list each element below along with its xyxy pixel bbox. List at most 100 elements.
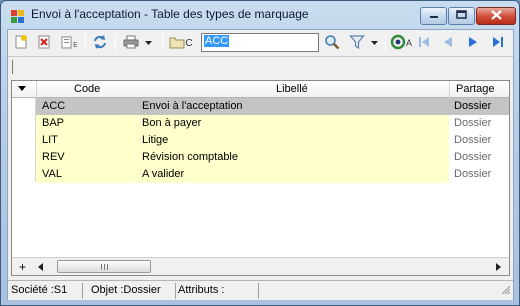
toolbar-separator [115, 34, 116, 52]
editable-cell-background [36, 166, 449, 183]
minimize-button[interactable] [420, 7, 447, 25]
close-button[interactable] [476, 7, 516, 25]
scrollbar-grip [107, 264, 108, 270]
folder-button-label: C [185, 37, 193, 49]
next-icon [466, 35, 480, 52]
cell-libelle: Litige [142, 134, 169, 146]
cell-libelle: A valider [142, 168, 185, 180]
cell-code: ACC [42, 100, 66, 112]
scrollbar-grip [101, 264, 102, 270]
cell-code: BAP [42, 117, 65, 129]
cell-partage: Dossier [454, 117, 492, 129]
go-button[interactable]: A [389, 33, 413, 53]
arrow-left-icon [37, 262, 43, 271]
scroll-left-button[interactable] [33, 259, 48, 274]
cell-partage: Dossier [454, 168, 492, 180]
search-input[interactable]: ACC [201, 33, 319, 52]
print-dropdown[interactable] [144, 33, 154, 53]
new-button[interactable] [12, 33, 30, 53]
filter-button[interactable] [347, 33, 367, 53]
toolbar-separator [162, 34, 163, 52]
refresh-button[interactable] [90, 33, 110, 53]
export-icon: E [60, 34, 80, 53]
grid-header: Code Libellé Partage [12, 81, 509, 98]
table-row[interactable]: ACC Envoi à l'acceptation Dossier [36, 98, 509, 115]
scroll-right-button[interactable] [490, 259, 505, 274]
cell-code: REV [42, 151, 65, 163]
export-button[interactable]: E [59, 33, 81, 53]
column-divider [36, 81, 37, 98]
table-row[interactable]: LIT Litige Dossier [36, 132, 509, 149]
cell-partage: Dossier [454, 100, 492, 112]
filter-dropdown[interactable] [370, 33, 380, 53]
editable-cell-background [36, 132, 449, 149]
scrollbar-thumb[interactable] [57, 260, 151, 273]
new-icon [13, 34, 29, 53]
close-icon [490, 9, 502, 23]
search-button[interactable] [321, 33, 343, 53]
minimize-icon [429, 10, 439, 22]
arrow-right-icon [495, 262, 501, 271]
previous-icon [441, 35, 455, 52]
title-bar[interactable]: Envoi à l'acceptation - Table des types … [1, 1, 519, 29]
secondary-toolbar [8, 56, 513, 78]
client-area: E C ACC A Code Libellé Partage ACC Envoi… [7, 29, 514, 300]
app-icon [10, 9, 26, 25]
delete-button[interactable] [35, 33, 53, 53]
cell-partage: Dossier [454, 151, 492, 163]
cell-libelle: Envoi à l'acceptation [142, 100, 243, 112]
status-attributs: Attributs : [175, 283, 259, 299]
first-icon [417, 35, 431, 52]
table-row[interactable]: BAP Bon à payer Dossier [36, 115, 509, 132]
maximize-button[interactable] [448, 7, 475, 25]
last-icon [491, 35, 505, 52]
svg-text:E: E [73, 41, 77, 49]
dropdown-icon [371, 37, 379, 49]
status-societe: Société :S1 [8, 283, 83, 299]
cell-libelle: Révision comptable [142, 151, 238, 163]
editable-cell-background [36, 115, 449, 132]
cell-libelle: Bon à payer [142, 117, 202, 129]
last-record-button[interactable] [489, 33, 507, 53]
toolbar: E C ACC A [8, 30, 513, 56]
status-objet: Objet :Dossier [88, 283, 176, 299]
print-icon [122, 34, 140, 53]
refresh-icon [92, 34, 108, 53]
previous-record-button[interactable] [439, 33, 457, 53]
first-record-button[interactable] [415, 33, 433, 53]
column-menu-icon[interactable] [18, 86, 26, 91]
folder-button[interactable]: C [168, 33, 194, 53]
column-header-libelle[interactable]: Libellé [276, 83, 308, 95]
resize-grip-icon[interactable] [500, 284, 511, 298]
window-title: Envoi à l'acceptation - Table des types … [31, 7, 309, 21]
status-bar: Société :S1 Objet :Dossier Attributs : [8, 280, 513, 300]
maximize-icon [456, 10, 467, 22]
add-row-button[interactable]: + [19, 260, 26, 274]
data-grid: Code Libellé Partage ACC Envoi à l'accep… [11, 80, 510, 276]
cell-partage: Dossier [454, 134, 492, 146]
search-input-value: ACC [204, 35, 230, 47]
application-window: Envoi à l'acceptation - Table des types … [0, 0, 520, 306]
next-record-button[interactable] [464, 33, 482, 53]
scrollbar-grip [104, 264, 105, 270]
horizontal-scrollbar[interactable]: + [12, 257, 509, 275]
folder-icon [169, 35, 185, 52]
toolbar-separator [385, 34, 386, 52]
delete-icon [36, 34, 52, 53]
cell-code: VAL [42, 168, 62, 180]
go-button-label: A [405, 38, 412, 48]
filter-icon [349, 34, 365, 53]
print-button[interactable] [120, 33, 142, 53]
column-header-code[interactable]: Code [74, 83, 100, 95]
dropdown-icon [145, 37, 153, 49]
table-row[interactable]: REV Révision comptable Dossier [36, 149, 509, 166]
settings-icon [390, 34, 406, 53]
search-icon [324, 34, 340, 53]
column-divider [449, 81, 450, 98]
column-header-partage[interactable]: Partage [456, 83, 495, 95]
editable-cell-background [36, 149, 449, 166]
toolbar-divider [12, 60, 13, 74]
toolbar-separator [85, 34, 86, 52]
table-row[interactable]: VAL A valider Dossier [36, 166, 509, 183]
cell-code: LIT [42, 134, 58, 146]
